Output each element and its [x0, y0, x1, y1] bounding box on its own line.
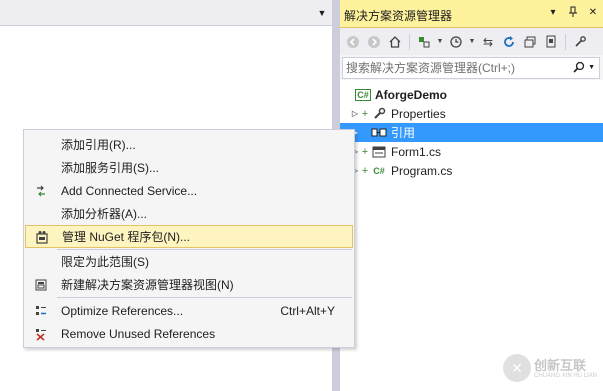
solution-explorer-panel: 解决方案资源管理器 ▾ ✕ ▼ ▼ ⇆ 搜索解决方案资源管理器(Ctrl+;) … [340, 0, 603, 391]
collapse-all-icon[interactable] [521, 33, 539, 51]
home-icon[interactable] [386, 33, 404, 51]
new-view-icon [25, 274, 57, 296]
menu-item-scope-to-this[interactable]: 限定为此范围(S) [25, 250, 353, 273]
solution-tree: C# AforgeDemo ▷ + Properties ▶ 引用 ▷ + Fo [340, 80, 603, 391]
tree-item-references[interactable]: ▶ 引用 [340, 123, 603, 142]
solution-explorer-title-bar: 解决方案资源管理器 ▾ ✕ [340, 0, 603, 28]
context-menu: 添加引用(R)... 添加服务引用(S)... Add Connected Se… [23, 129, 355, 348]
menu-item-add-analyzer[interactable]: 添加分析器(A)... [25, 202, 353, 225]
menu-item-label: 添加引用(R)... [61, 138, 136, 152]
menu-item-label: 添加分析器(A)... [61, 207, 147, 221]
wrench-icon [370, 107, 388, 121]
tree-item-label: 引用 [391, 126, 416, 140]
toolbar-separator [409, 33, 410, 50]
references-icon [370, 126, 388, 140]
chevron-down-icon[interactable]: ▼ [316, 8, 328, 18]
watermark-icon: ✕ [503, 354, 531, 382]
nuget-icon [26, 226, 58, 248]
toolbar-separator [565, 33, 566, 50]
collapsed-arrow-icon[interactable]: ▷ [350, 109, 360, 118]
solution-explorer-toolbar: ▼ ▼ ⇆ [340, 28, 603, 55]
tree-item-label: Form1.cs [391, 144, 442, 159]
tree-item-label: Program.cs [391, 163, 453, 178]
tree-item-program[interactable]: ▷ + C# Program.cs [340, 161, 603, 180]
menu-item-add-service-reference[interactable]: 添加服务引用(S)... [25, 156, 353, 179]
tree-item-properties[interactable]: ▷ + Properties [340, 104, 603, 123]
connected-service-icon [25, 180, 57, 202]
menu-item-label: 新建解决方案资源管理器视图(N) [61, 278, 234, 292]
watermark-subtext: CHUANG XIN HU LIAN [534, 373, 598, 379]
menu-item-label: 限定为此范围(S) [61, 255, 149, 269]
chevron-down-icon[interactable]: ▼ [436, 38, 444, 45]
csharp-file-icon: C# [373, 165, 385, 176]
menu-separator [57, 297, 352, 298]
menu-item-add-connected-service[interactable]: Add Connected Service... [25, 179, 353, 202]
chevron-down-icon[interactable]: ▼ [588, 64, 595, 71]
menu-item-label: 添加服务引用(S)... [61, 161, 159, 175]
close-icon[interactable]: ✕ [587, 6, 599, 20]
search-input[interactable] [343, 58, 563, 78]
back-icon[interactable] [344, 33, 362, 51]
editor-tab-strip: ▼ [0, 0, 332, 26]
plus-icon: + [361, 145, 369, 158]
menu-item-optimize-references[interactable]: Optimize References... Ctrl+Alt+Y [25, 299, 353, 322]
pin-icon[interactable] [567, 6, 579, 20]
window-position-dropdown-icon[interactable]: ▾ [547, 6, 559, 20]
tree-item-label: AforgeDemo [375, 87, 448, 102]
search-icon[interactable] [573, 61, 585, 76]
chevron-down-icon[interactable]: ▼ [468, 38, 476, 45]
show-all-files-icon[interactable] [542, 33, 560, 51]
optimize-icon [25, 300, 57, 322]
csharp-project-icon: C# [355, 88, 371, 101]
properties-icon[interactable] [571, 33, 589, 51]
panel-title: 解决方案资源管理器 [344, 9, 453, 23]
menu-item-label: Add Connected Service... [61, 183, 198, 198]
menu-item-add-reference[interactable]: 添加引用(R)... [25, 133, 353, 156]
menu-item-manage-nuget[interactable]: 管理 NuGet 程序包(N)... [25, 225, 353, 248]
pending-changes-icon[interactable]: ⇆ [479, 33, 497, 51]
menu-item-new-explorer-view[interactable]: 新建解决方案资源管理器视图(N) [25, 273, 353, 296]
watermark-text: 创新互联 [534, 358, 587, 373]
form-icon [370, 145, 388, 159]
history-icon[interactable] [447, 33, 465, 51]
sync-icon[interactable] [415, 33, 433, 51]
plus-icon: + [361, 107, 369, 120]
tree-item-project[interactable]: C# AforgeDemo [340, 85, 603, 104]
refresh-icon[interactable] [500, 33, 518, 51]
forward-icon[interactable] [365, 33, 383, 51]
menu-item-label: Optimize References... [61, 303, 184, 318]
menu-item-remove-unused-references[interactable]: Remove Unused References [25, 322, 353, 345]
watermark-logo: ✕ 创新互联 CHUANG XIN HU LIAN [503, 352, 601, 388]
remove-references-icon [25, 323, 57, 345]
tree-item-label: Properties [391, 106, 446, 121]
tree-item-form1[interactable]: ▷ + Form1.cs [340, 142, 603, 161]
menu-item-label: Remove Unused References [61, 326, 216, 341]
menu-item-label: 管理 NuGet 程序包(N)... [62, 230, 191, 244]
solution-explorer-search[interactable]: ▼ [342, 57, 600, 79]
menu-item-shortcut: Ctrl+Alt+Y [280, 303, 335, 318]
plus-icon: + [361, 164, 369, 177]
